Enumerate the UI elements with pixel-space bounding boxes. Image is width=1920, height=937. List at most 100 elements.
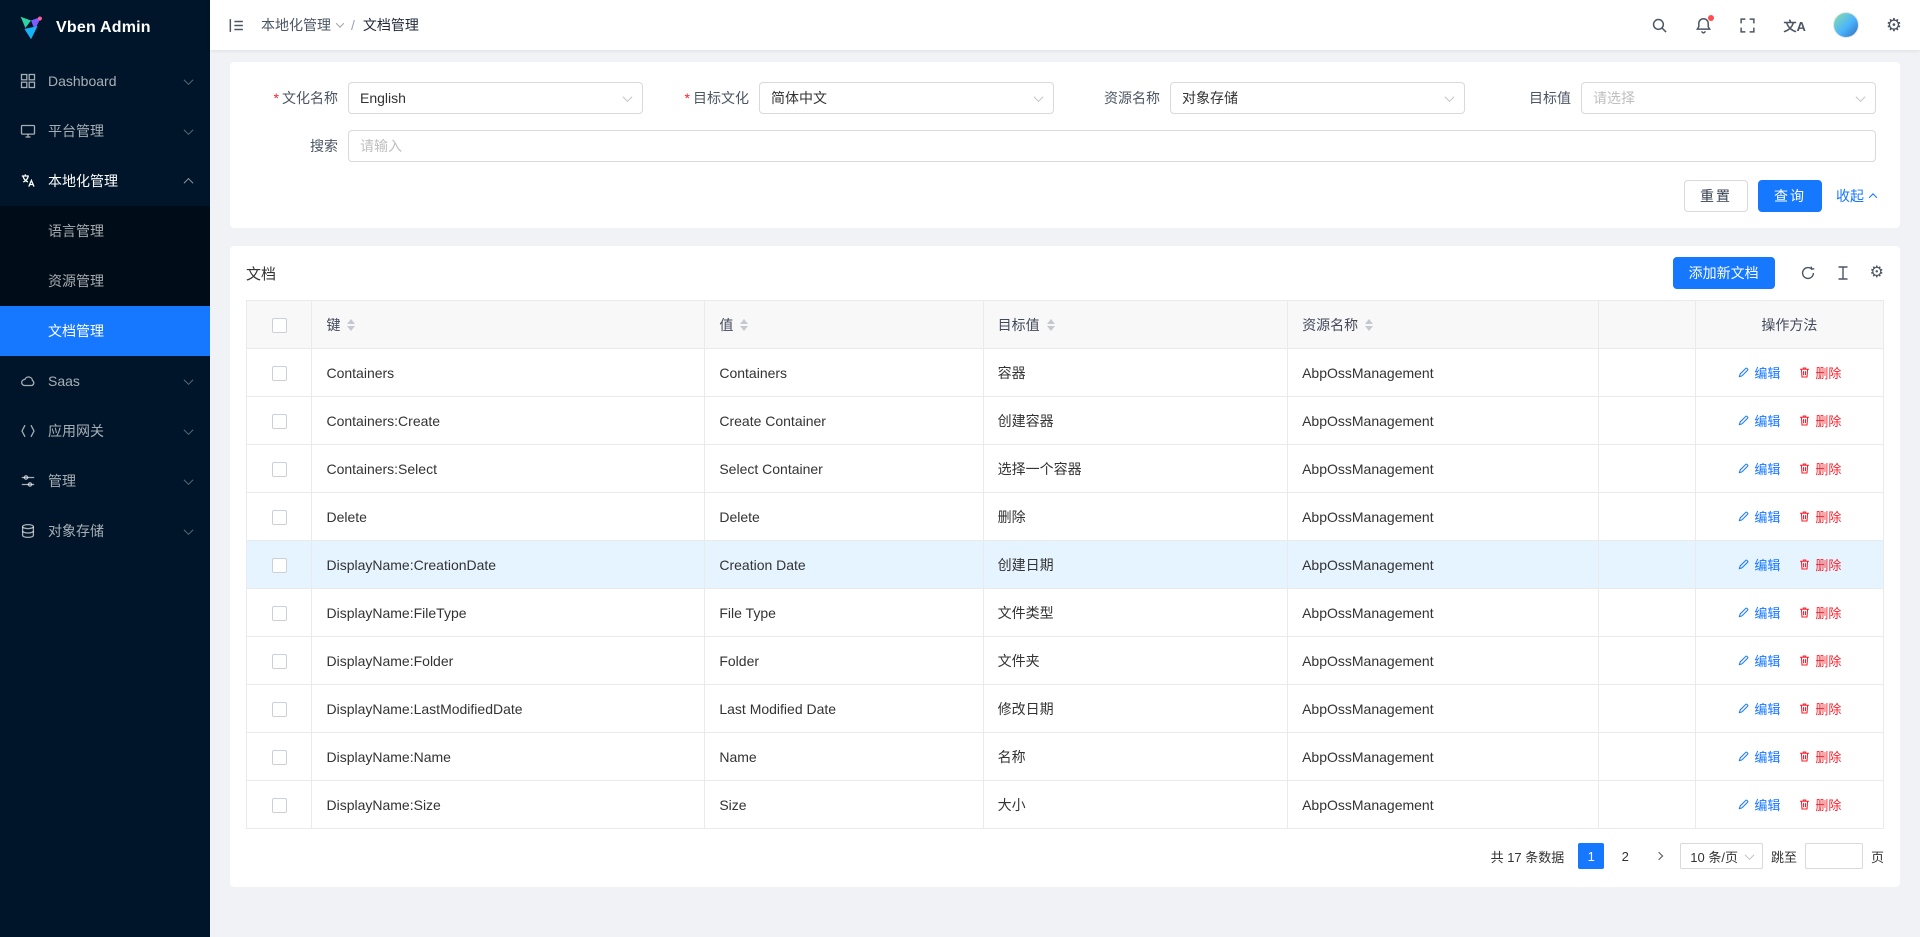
delete-link[interactable]: 删除 — [1798, 363, 1841, 382]
edit-link[interactable]: 编辑 — [1737, 555, 1780, 574]
delete-link[interactable]: 删除 — [1798, 603, 1841, 622]
table-header: 键 值 目标值 — [247, 301, 1884, 349]
chevron-down-icon — [184, 475, 194, 485]
row-checkbox[interactable] — [272, 366, 287, 381]
sidebar-item-document-mgmt[interactable]: 文档管理 — [0, 306, 210, 356]
table-row: DisplayName:FolderFolder文件夹AbpOssManagem… — [247, 637, 1884, 685]
edit-link[interactable]: 编辑 — [1737, 459, 1780, 478]
row-height-icon[interactable] — [1835, 265, 1851, 281]
page-button-2[interactable]: 2 — [1612, 843, 1638, 869]
filter-field-culture-name: 文化名称 English — [254, 82, 643, 114]
reset-button[interactable]: 重置 — [1684, 180, 1748, 212]
add-document-button[interactable]: 添加新文档 — [1673, 257, 1775, 289]
sidebar-item-localization-mgmt[interactable]: 本地化管理 — [0, 156, 210, 206]
column-header-resource-name[interactable]: 资源名称 — [1288, 301, 1599, 349]
sort-icon[interactable] — [1047, 319, 1055, 331]
table-body: ContainersContainers容器AbpOssManagement编辑… — [247, 349, 1884, 829]
cell-value: Name — [705, 733, 983, 781]
column-settings-gear-icon[interactable]: ⚙ — [1870, 265, 1884, 281]
column-header-value[interactable]: 值 — [705, 301, 983, 349]
sidebar-item-resource-mgmt[interactable]: 资源管理 — [0, 256, 210, 306]
cell-key: DisplayName:LastModifiedDate — [312, 685, 705, 733]
edit-link[interactable]: 编辑 — [1737, 411, 1780, 430]
delete-link[interactable]: 删除 — [1798, 651, 1841, 670]
sidebar-item-object-storage[interactable]: 对象存储 — [0, 506, 210, 556]
row-checkbox[interactable] — [272, 414, 287, 429]
resource-name-select[interactable]: 对象存储 — [1170, 82, 1465, 114]
sidebar-item-management[interactable]: 管理 — [0, 456, 210, 506]
column-header-key[interactable]: 键 — [312, 301, 705, 349]
collapse-link[interactable]: 收起 — [1836, 186, 1876, 206]
bell-icon[interactable] — [1695, 17, 1712, 34]
row-checkbox[interactable] — [272, 510, 287, 525]
cell-target-value: 删除 — [983, 493, 1287, 541]
cell-target-value: 创建日期 — [983, 541, 1287, 589]
delete-link[interactable]: 删除 — [1798, 459, 1841, 478]
settings-gear-icon[interactable]: ⚙ — [1886, 16, 1902, 34]
filter-row-1: 文化名称 English 目标文化 简体中文 — [254, 82, 1876, 114]
row-checkbox[interactable] — [272, 606, 287, 621]
translate-icon[interactable]: 文A — [1783, 16, 1805, 35]
target-culture-select[interactable]: 简体中文 — [759, 82, 1054, 114]
cell-empty — [1599, 493, 1696, 541]
sidebar-item-dashboard[interactable]: Dashboard — [0, 56, 210, 106]
sort-icon[interactable] — [740, 319, 748, 331]
sort-icon[interactable] — [1365, 319, 1373, 331]
target-value-select[interactable]: 请选择 — [1581, 82, 1876, 114]
avatar[interactable] — [1833, 12, 1859, 38]
edit-link[interactable]: 编辑 — [1737, 795, 1780, 814]
row-checkbox[interactable] — [272, 558, 287, 573]
delete-link[interactable]: 删除 — [1798, 411, 1841, 430]
chevron-down-icon — [184, 375, 194, 385]
cell-value: File Type — [705, 589, 983, 637]
app-logo[interactable]: Vben Admin — [0, 0, 210, 56]
query-button[interactable]: 查询 — [1758, 180, 1822, 212]
refresh-icon[interactable] — [1800, 265, 1816, 281]
cell-value: Containers — [705, 349, 983, 397]
edit-link[interactable]: 编辑 — [1737, 507, 1780, 526]
edit-link[interactable]: 编辑 — [1737, 363, 1780, 382]
delete-link[interactable]: 删除 — [1798, 747, 1841, 766]
page-size-select[interactable]: 10 条/页 — [1680, 843, 1763, 869]
sidebar-item-app-gateway[interactable]: 应用网关 — [0, 406, 210, 456]
culture-name-select[interactable]: English — [348, 82, 643, 114]
search-icon[interactable] — [1651, 17, 1668, 34]
delete-link[interactable]: 删除 — [1798, 555, 1841, 574]
edit-link[interactable]: 编辑 — [1737, 747, 1780, 766]
cell-target-value: 创建容器 — [983, 397, 1287, 445]
cell-target-value: 选择一个容器 — [983, 445, 1287, 493]
cell-key: Delete — [312, 493, 705, 541]
sidebar-item-platform-mgmt[interactable]: 平台管理 — [0, 106, 210, 156]
column-header-target-value[interactable]: 目标值 — [983, 301, 1287, 349]
sidebar-item-saas[interactable]: Saas — [0, 356, 210, 406]
select-all-checkbox[interactable] — [272, 318, 287, 333]
delete-link[interactable]: 删除 — [1798, 795, 1841, 814]
cell-key: Containers:Select — [312, 445, 705, 493]
sidebar-submenu-localization: 语言管理 资源管理 文档管理 — [0, 206, 210, 356]
menu-fold-icon[interactable] — [228, 17, 245, 34]
edit-link[interactable]: 编辑 — [1737, 651, 1780, 670]
filter-panel: 文化名称 English 目标文化 简体中文 — [230, 62, 1900, 228]
breadcrumb-parent[interactable]: 本地化管理 — [261, 15, 343, 35]
sort-icon[interactable] — [347, 319, 355, 331]
cell-empty — [1599, 349, 1696, 397]
row-checkbox[interactable] — [272, 750, 287, 765]
fullscreen-icon[interactable] — [1739, 17, 1756, 34]
delete-link[interactable]: 删除 — [1798, 507, 1841, 526]
table-row: Containers:CreateCreate Container创建容器Abp… — [247, 397, 1884, 445]
row-checkbox[interactable] — [272, 702, 287, 717]
next-page-button[interactable] — [1646, 843, 1672, 869]
search-input[interactable] — [348, 130, 1876, 162]
field-label: 搜索 — [254, 136, 348, 156]
edit-link[interactable]: 编辑 — [1737, 603, 1780, 622]
jump-page-input[interactable] — [1805, 843, 1863, 869]
edit-link[interactable]: 编辑 — [1737, 699, 1780, 718]
page-button-1[interactable]: 1 — [1578, 843, 1604, 869]
delete-link[interactable]: 删除 — [1798, 699, 1841, 718]
notification-badge — [1708, 15, 1714, 21]
row-checkbox[interactable] — [272, 654, 287, 669]
row-checkbox[interactable] — [272, 798, 287, 813]
sidebar-item-language-mgmt[interactable]: 语言管理 — [0, 206, 210, 256]
cell-empty — [1599, 637, 1696, 685]
row-checkbox[interactable] — [272, 462, 287, 477]
